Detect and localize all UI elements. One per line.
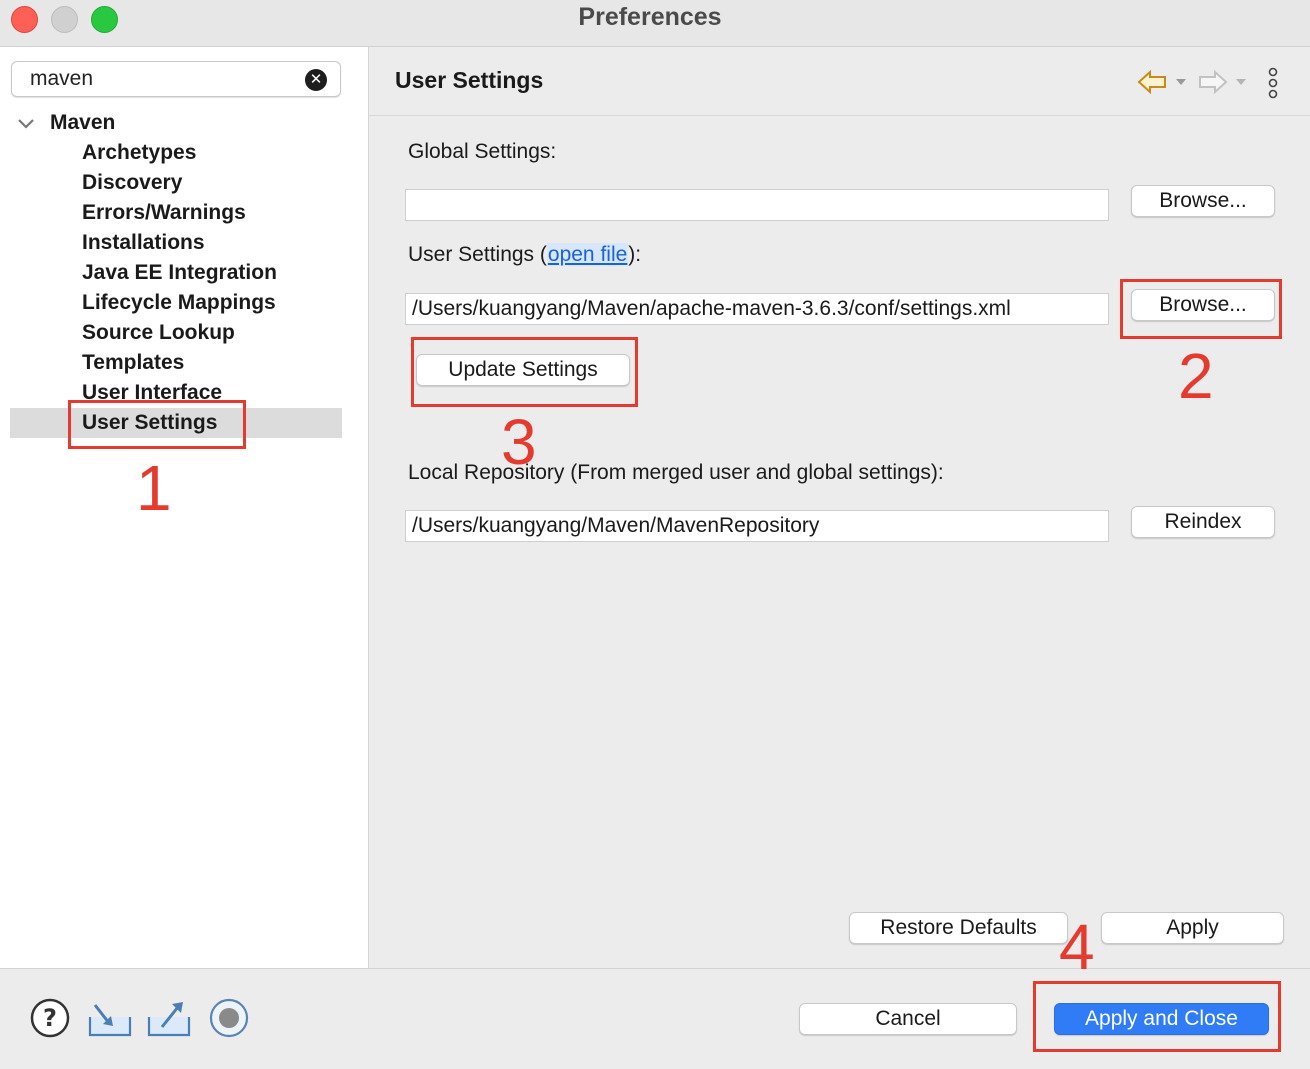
preferences-sidebar: ✕ Maven Archetypes Discovery Errors/Warn… [0, 47, 369, 968]
annotation-number-2: 2 [1178, 340, 1214, 412]
annotation-number-1: 1 [136, 452, 172, 524]
forward-history-dropdown-icon[interactable] [1235, 77, 1247, 87]
local-repository-field: /Users/kuangyang/Maven/MavenRepository [405, 510, 1109, 542]
tree-item-lifecycle-mappings[interactable]: Lifecycle Mappings [82, 288, 276, 318]
export-icon[interactable] [146, 997, 192, 1039]
apply-button[interactable]: Apply [1101, 912, 1284, 944]
open-file-link[interactable]: open file [546, 243, 629, 266]
tree-item-discovery[interactable]: Discovery [82, 168, 182, 198]
annotation-box-1 [68, 400, 246, 449]
more-options-icon[interactable] [1266, 67, 1280, 99]
search-input[interactable] [30, 66, 300, 92]
tree-item-templates[interactable]: Templates [82, 348, 184, 378]
user-settings-label: User Settings (open file): [408, 243, 641, 267]
main-panel: User Settings Global Settings: Browse...… [369, 47, 1310, 968]
tree-item-java-ee-integration[interactable]: Java EE Integration [82, 258, 277, 288]
user-settings-label-prefix: User Settings ( [408, 243, 547, 266]
annotation-number-4: 4 [1059, 911, 1095, 983]
import-icon[interactable] [87, 997, 133, 1039]
annotation-box-3 [411, 337, 638, 407]
svg-text:?: ? [43, 1004, 57, 1032]
reindex-button[interactable]: Reindex [1131, 506, 1275, 538]
page-header: User Settings [369, 47, 1310, 116]
cancel-button[interactable]: Cancel [799, 1003, 1017, 1035]
back-arrow-icon[interactable] [1136, 68, 1168, 96]
annotation-number-3: 3 [501, 406, 537, 478]
forward-arrow-icon[interactable] [1197, 68, 1229, 96]
restore-defaults-button[interactable]: Restore Defaults [849, 912, 1068, 944]
title-bar: Preferences [0, 0, 1310, 47]
global-browse-button[interactable]: Browse... [1131, 185, 1275, 217]
tree-item-errors-warnings[interactable]: Errors/Warnings [82, 198, 246, 228]
search-box[interactable]: ✕ [11, 61, 341, 97]
global-settings-label: Global Settings: [408, 140, 557, 163]
back-history-dropdown-icon[interactable] [1175, 77, 1187, 87]
user-settings-label-suffix: ): [628, 243, 642, 266]
tree-node-maven[interactable]: Maven [50, 111, 115, 135]
tree-item-archetypes[interactable]: Archetypes [82, 138, 196, 168]
global-settings-field[interactable] [405, 189, 1109, 221]
annotation-box-2 [1120, 279, 1282, 339]
user-settings-field[interactable]: /Users/kuangyang/Maven/apache-maven-3.6.… [405, 293, 1109, 325]
help-icon[interactable]: ? [29, 997, 71, 1039]
annotation-box-4 [1033, 981, 1281, 1052]
local-repository-label: Local Repository (From merged user and g… [408, 461, 944, 484]
window-title: Preferences [578, 3, 722, 31]
record-icon[interactable] [208, 997, 250, 1039]
page-title: User Settings [395, 67, 544, 93]
tree-item-source-lookup[interactable]: Source Lookup [82, 318, 235, 348]
chevron-down-icon[interactable] [16, 114, 36, 134]
clear-search-icon[interactable]: ✕ [305, 69, 327, 91]
tree-item-installations[interactable]: Installations [82, 228, 205, 258]
